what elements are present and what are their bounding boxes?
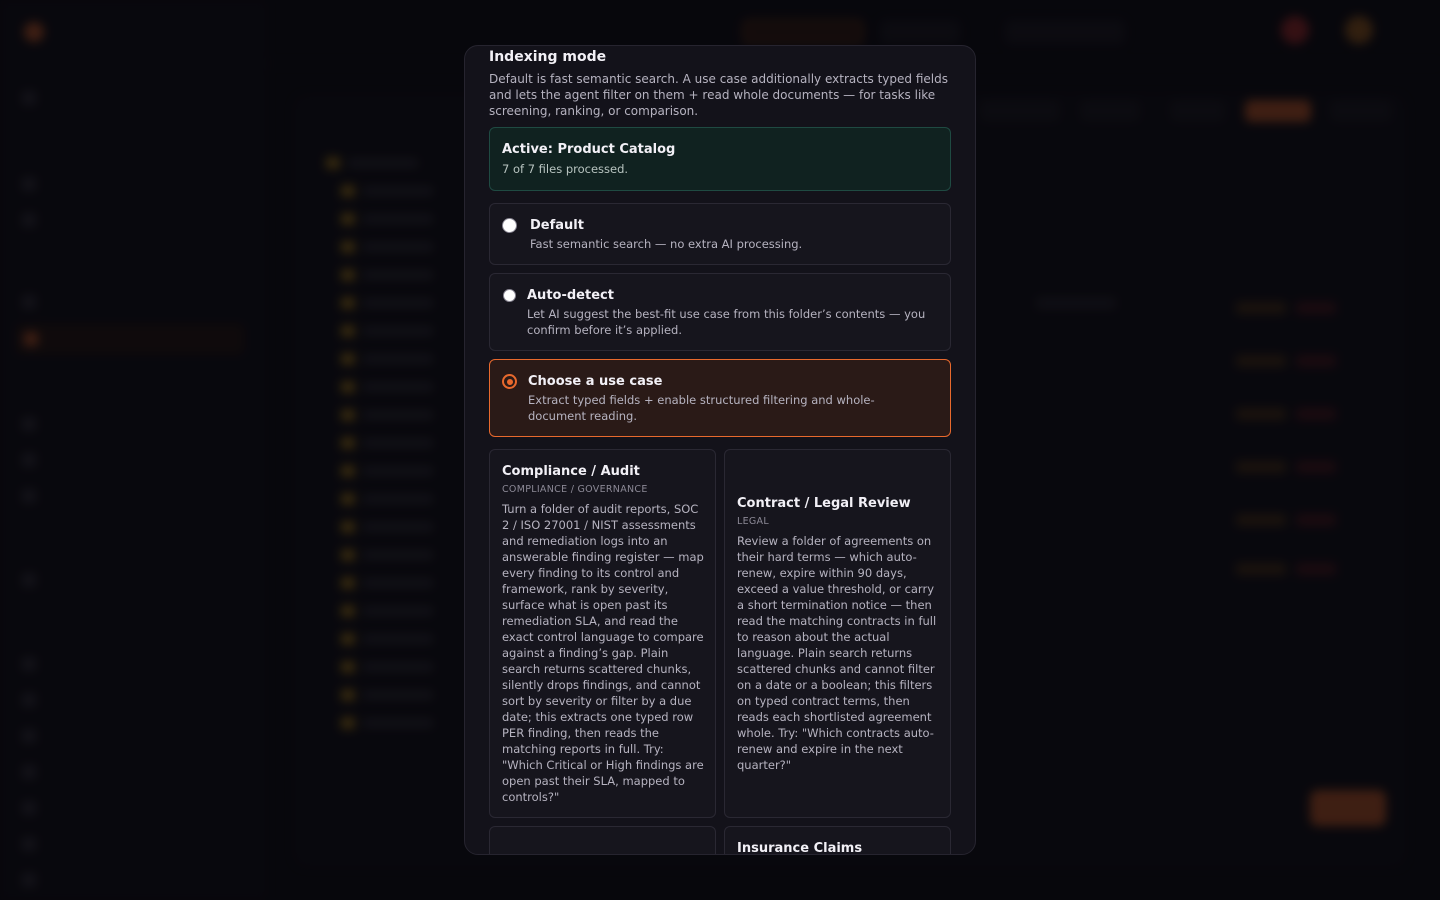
indexing-mode-modal: Indexing mode Default is fast semantic s… [464, 45, 976, 855]
use-case-card-insurance[interactable]: Insurance Claims [724, 826, 951, 855]
option-title: Choose a use case [528, 374, 663, 389]
option-title: Auto-detect [527, 288, 614, 303]
modal-title: Indexing mode [489, 49, 607, 65]
active-use-case-banner: Active: Product Catalog 7 of 7 files pro… [489, 127, 951, 191]
use-case-title: Compliance / Audit [502, 464, 640, 479]
radio-default[interactable] [502, 218, 517, 233]
option-description: Extract typed fields + enable structured… [528, 393, 875, 423]
active-use-case-status: 7 of 7 files processed. [502, 162, 629, 176]
use-case-category: LEGAL [737, 516, 769, 527]
option-title: Default [530, 218, 584, 233]
use-case-category: COMPLIANCE / GOVERNANCE [502, 484, 648, 495]
radio-auto-detect[interactable] [503, 289, 516, 302]
option-auto-detect[interactable]: Auto-detect Let AI suggest the best-fit … [489, 273, 951, 351]
option-choose-use-case[interactable]: Choose a use case Extract typed fields +… [489, 359, 951, 437]
use-case-card-contract[interactable]: Contract / Legal Review LEGAL Review a f… [724, 449, 951, 818]
modal-description: Default is fast semantic search. A use c… [489, 72, 948, 118]
option-description: Fast semantic search — no extra AI proce… [530, 237, 803, 251]
active-use-case-title: Active: Product Catalog [502, 142, 676, 157]
use-case-title: Contract / Legal Review [737, 496, 911, 511]
option-default[interactable]: Default Fast semantic search — no extra … [489, 203, 951, 265]
use-case-card[interactable] [489, 826, 716, 854]
use-case-title: Insurance Claims [737, 841, 863, 855]
radio-choose-use-case[interactable] [502, 374, 517, 389]
option-description: Let AI suggest the best-fit use case fro… [527, 307, 926, 337]
use-case-description: Turn a folder of audit reports, SOC 2 / … [502, 502, 704, 804]
use-case-description: Review a folder of agreements on their h… [737, 534, 937, 772]
use-case-card-compliance[interactable]: Compliance / Audit COMPLIANCE / GOVERNAN… [489, 449, 716, 818]
